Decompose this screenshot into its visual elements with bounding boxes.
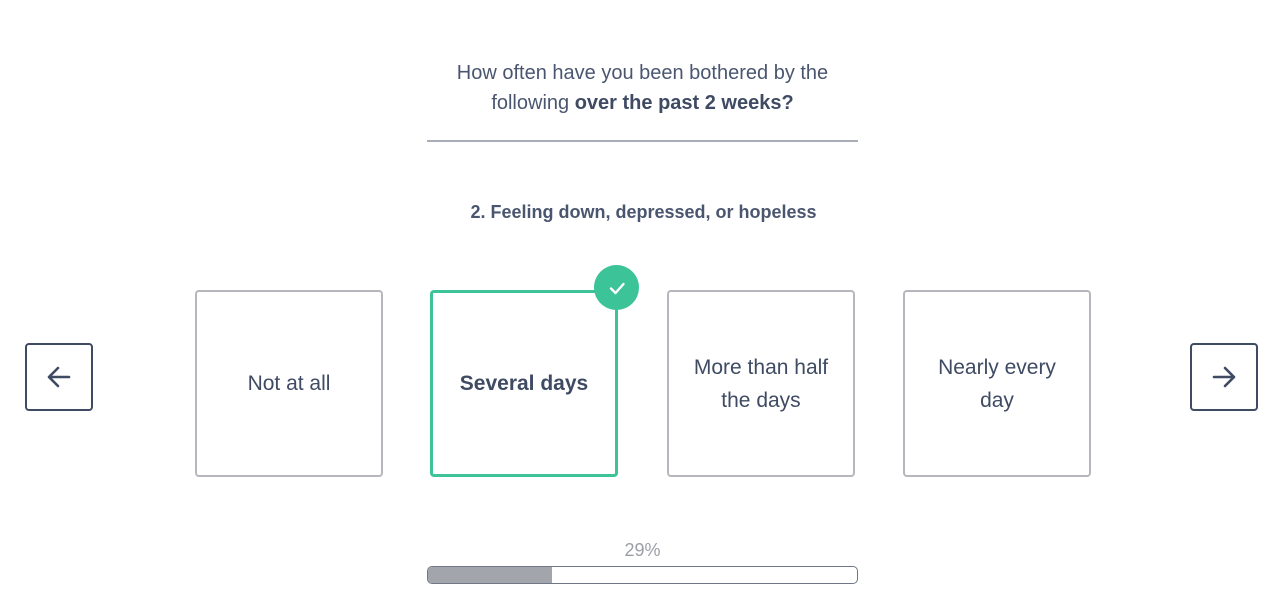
option-several-days[interactable]: Several days [430, 290, 618, 477]
prompt-line-2-prefix: following [491, 92, 575, 114]
progress-bar [427, 566, 858, 584]
option-label: More than half the days [693, 355, 829, 412]
option-not-at-all[interactable]: Not at all [195, 290, 383, 477]
option-nearly-every-day[interactable]: Nearly every day [903, 290, 1091, 477]
next-button[interactable] [1190, 343, 1258, 411]
question-title: 2. Feeling down, depressed, or hopeless [470, 202, 817, 222]
prompt-line-2: following over the past 2 weeks? [427, 88, 858, 118]
check-icon [609, 282, 625, 294]
question-prompt: How often have you been bothered by the … [427, 58, 858, 118]
header-divider [427, 140, 858, 142]
previous-button[interactable] [25, 343, 93, 411]
progress-percent: 29% [624, 540, 661, 560]
option-label: Not at all [247, 372, 331, 395]
questionnaire-page: How often have you been bothered by the … [0, 0, 1287, 615]
option-label: Several days [459, 372, 589, 395]
arrow-left-icon [47, 366, 71, 388]
option-label: Nearly every day [938, 355, 1056, 412]
prompt-line-2-emphasis: over the past 2 weeks? [574, 92, 794, 114]
prompt-line-1: How often have you been bothered by the [456, 62, 829, 84]
option-more-than-half[interactable]: More than half the days [667, 290, 855, 477]
selected-check-badge [594, 265, 639, 310]
arrow-right-icon [1212, 366, 1236, 388]
progress-fill [428, 567, 553, 583]
